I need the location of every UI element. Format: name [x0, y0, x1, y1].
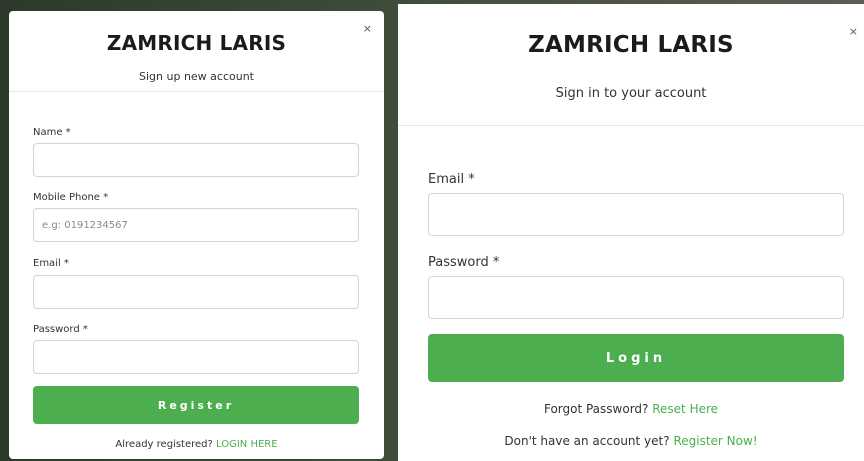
- forgot-password-text: Forgot Password?: [543, 402, 649, 416]
- register-button[interactable]: Register: [33, 386, 359, 424]
- register-prompt: Don't have an account yet? Register Now!: [398, 434, 864, 448]
- password-input[interactable]: [428, 276, 844, 319]
- mobile-phone-input[interactable]: [33, 208, 359, 242]
- email-input[interactable]: [428, 193, 844, 236]
- name-input[interactable]: [33, 143, 359, 177]
- password-label: Password *: [33, 324, 88, 335]
- brand-title: ZAMRICH LARIS: [106, 31, 287, 55]
- signup-modal: × ZAMRICH LARIS Sign up new account Name…: [9, 11, 384, 459]
- forgot-password-prompt: Forgot Password? Reset Here: [398, 402, 864, 416]
- login-here-link[interactable]: LOGIN HERE: [216, 439, 278, 450]
- header-divider: [398, 125, 864, 126]
- login-button[interactable]: Login: [428, 334, 844, 382]
- email-label: Email *: [33, 258, 69, 269]
- password-input[interactable]: [33, 340, 359, 374]
- login-prompt-text: Already registered?: [115, 439, 213, 450]
- email-label: Email *: [428, 172, 475, 187]
- modal-subtitle: Sign up new account: [139, 70, 254, 83]
- password-label: Password *: [428, 255, 500, 270]
- mobile-phone-label: Mobile Phone *: [33, 192, 109, 203]
- register-now-link[interactable]: Register Now!: [673, 434, 757, 448]
- modal-subtitle: Sign in to your account: [555, 86, 707, 101]
- name-label: Name *: [33, 127, 71, 138]
- email-input[interactable]: [33, 275, 359, 309]
- brand-title: ZAMRICH LARIS: [528, 32, 734, 58]
- login-prompt: Already registered? LOGIN HERE: [9, 439, 384, 450]
- reset-here-link[interactable]: Reset Here: [652, 402, 718, 416]
- signin-modal: × ZAMRICH LARIS Sign in to your account …: [398, 4, 864, 461]
- header-divider: [9, 91, 384, 92]
- register-prompt-text: Don't have an account yet?: [504, 434, 670, 448]
